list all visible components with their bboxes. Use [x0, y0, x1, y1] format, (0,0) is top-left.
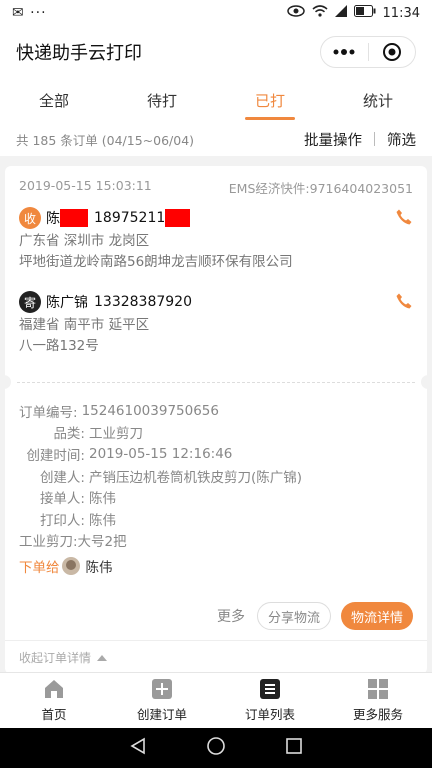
phone-icon[interactable]	[395, 292, 413, 314]
more-options-button[interactable]	[321, 37, 368, 67]
bottom-nav: 首页 创建订单 订单列表 更多服务	[0, 672, 432, 728]
page-title: 快递助手云打印	[16, 43, 142, 64]
avatar	[61, 557, 80, 575]
collapse-details-toggle[interactable]: 收起订单详情	[5, 640, 427, 674]
redaction-mark	[165, 209, 191, 227]
redaction-mark	[60, 209, 88, 227]
summary-bar: 共 185 条订单 (04/15~06/04) 批量操作 筛选	[0, 122, 432, 156]
phone-icon[interactable]	[395, 208, 413, 230]
signal-icon	[334, 5, 347, 21]
home-icon	[43, 678, 65, 700]
dots-icon	[333, 49, 355, 55]
nav-create-order[interactable]: 创建订单	[108, 673, 216, 728]
created-value: 2019-05-15 12:16:46	[89, 445, 233, 462]
battery-icon	[353, 5, 376, 21]
created-label: 创建时间:	[26, 447, 85, 464]
tab-printed[interactable]: 已打	[216, 78, 324, 122]
sender-name: 陈广锦	[46, 295, 88, 311]
eye-icon	[286, 5, 305, 21]
more-button[interactable]: 更多	[217, 606, 245, 626]
receiver-label: 接单人:	[39, 491, 85, 508]
assign-label: 下单给	[19, 560, 60, 576]
tab-pending[interactable]: 待打	[108, 78, 216, 122]
home-circle-icon[interactable]	[206, 736, 226, 760]
nav-create-label: 创建订单	[136, 707, 187, 722]
nav-more-services[interactable]: 更多服务	[324, 673, 432, 728]
notification-icons: ✉ ···	[12, 5, 47, 21]
target-icon	[382, 43, 401, 61]
clock: 11:34	[382, 5, 420, 21]
sender-block: 寄 陈广锦 13328387920 福建省 南平市 延平区 八一路132号	[19, 290, 413, 356]
plus-square-icon	[151, 678, 173, 700]
order-card: 2019-05-15 15:03:11 EMS经济快件:971640402305…	[5, 166, 427, 674]
nav-list-label: 订单列表	[244, 707, 295, 722]
nav-more-label: 更多服务	[352, 707, 403, 722]
receiver-block: 收 陈 18975211 广东省 深圳市 龙岗区 坪地街道龙岭南路56朗坤龙吉顺…	[19, 206, 413, 272]
logistics-detail-button[interactable]: 物流详情	[340, 602, 413, 630]
perforation-divider	[5, 375, 427, 389]
assign-row: 下单给 陈伟	[19, 556, 113, 576]
printer-label: 打印人:	[39, 512, 85, 529]
order-datetime: 2019-05-15 15:03:11	[19, 178, 152, 193]
order-actions: 更多 分享物流 物流详情	[217, 602, 413, 630]
status-bar: ✉ ··· 11:34	[0, 0, 432, 26]
sender-address: 八一路132号	[19, 338, 99, 354]
tab-all[interactable]: 全部	[0, 78, 108, 122]
nav-home-label: 首页	[41, 707, 67, 722]
sender-badge: 寄	[19, 291, 41, 313]
miniprogram-capsule	[320, 36, 416, 68]
batch-operation-button[interactable]: 批量操作	[304, 129, 362, 150]
nav-home[interactable]: 首页	[0, 673, 108, 728]
sender-region: 福建省 南平市 延平区	[19, 317, 150, 333]
tab-statistics[interactable]: 统计	[324, 78, 432, 122]
order-no: 1524610039750656	[81, 402, 219, 419]
receiver-badge: 收	[19, 207, 41, 229]
creator-value: 产销压边机卷筒机铁皮剪刀(陈广锦)	[89, 469, 303, 486]
system-nav-bar	[0, 728, 432, 768]
back-icon[interactable]	[129, 737, 147, 759]
collapse-label: 收起订单详情	[19, 651, 92, 665]
order-tabs: 全部 待打 已打 统计	[0, 78, 432, 122]
receiver-name: 陈	[46, 211, 60, 227]
creator-label: 创建人:	[39, 469, 85, 486]
receiver-address: 坪地街道龙岭南路56朗坤龙吉顺环保有限公司	[19, 254, 293, 270]
recents-icon[interactable]	[285, 737, 303, 759]
close-miniprogram-button[interactable]	[369, 37, 416, 67]
grid-icon	[367, 678, 389, 700]
receiver-region: 广东省 深圳市 龙岗区	[19, 233, 150, 249]
chevron-up-icon	[97, 654, 108, 661]
share-logistics-button[interactable]: 分享物流	[256, 602, 331, 630]
assign-name: 陈伟	[85, 560, 113, 576]
category-value: 工业剪刀	[89, 426, 143, 443]
order-details: 订单编号: 1524610039750656 品类: 工业剪刀 创建时间: 2019-…	[19, 400, 413, 551]
receiver-value: 陈伟	[89, 491, 116, 508]
printer-value: 陈伟	[89, 512, 116, 529]
nav-order-list[interactable]: 订单列表	[216, 673, 324, 728]
tracking-number: EMS经济快件:9716404023051	[228, 181, 413, 196]
sender-phone: 13328387920	[94, 294, 192, 310]
wifi-icon	[312, 5, 328, 21]
list-icon	[259, 678, 281, 700]
order-no-label: 订单编号:	[19, 404, 78, 421]
order-count: 共 185 条订单 (04/15~06/04)	[16, 132, 195, 148]
category-label: 品类:	[53, 426, 85, 443]
filter-button[interactable]: 筛选	[387, 129, 416, 150]
header: 快递助手云打印	[0, 26, 432, 78]
item-note: 工业剪刀:大号2把	[19, 534, 127, 551]
receiver-phone: 18975211	[94, 210, 166, 226]
